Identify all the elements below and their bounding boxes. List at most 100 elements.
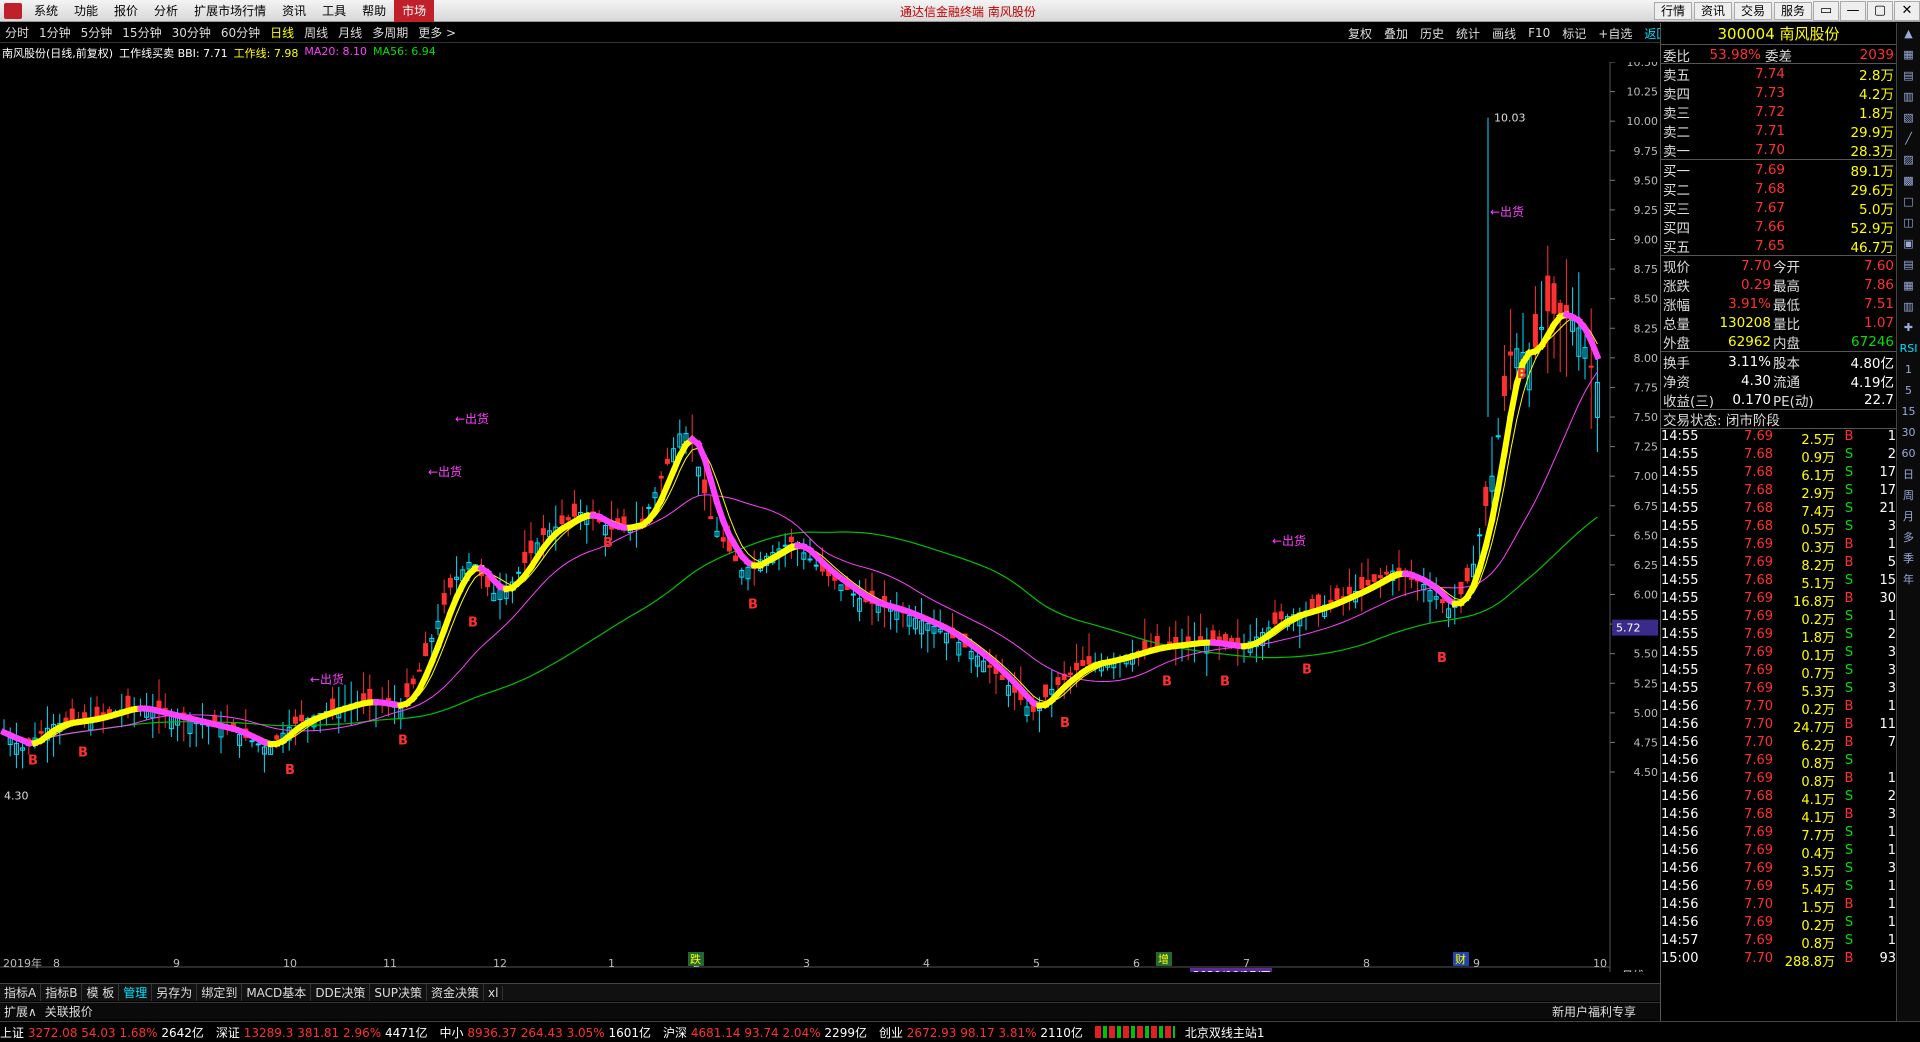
- menu-news[interactable]: 资讯: [274, 2, 314, 19]
- sidebar-tool-icon[interactable]: ╱: [1900, 129, 1918, 149]
- restore-icon[interactable]: ▭: [1813, 1, 1839, 21]
- tool-1[interactable]: 叠加: [1378, 25, 1414, 42]
- sidebar-tool-icon[interactable]: ◫: [1900, 213, 1918, 233]
- top-quote-button[interactable]: 行情: [1653, 2, 1692, 20]
- sidebar-label-10[interactable]: 季: [1900, 549, 1918, 569]
- index-0[interactable]: 上证 3272.08 54.03 1.68% 2642亿: [0, 1024, 204, 1041]
- indicator-tab-2[interactable]: 模 板: [82, 984, 120, 1001]
- tool-4[interactable]: 画线: [1486, 25, 1522, 42]
- tool-6[interactable]: 标记: [1556, 25, 1592, 42]
- indicator-tab-6[interactable]: MACD基本: [242, 984, 312, 1001]
- period-10[interactable]: 更多 >: [413, 24, 461, 41]
- index-3[interactable]: 沪深 4681.14 93.74 2.04% 2299亿: [663, 1024, 867, 1041]
- menu-quote[interactable]: 报价: [106, 2, 146, 19]
- sidebar-tool-icon[interactable]: ▧: [1900, 108, 1918, 128]
- tick-volume: 0.3万: [1801, 541, 1835, 556]
- indicator-tab-1[interactable]: 指标B: [41, 984, 83, 1001]
- top-news-button[interactable]: 资讯: [1693, 2, 1732, 20]
- index-1[interactable]: 深证 13289.3 381.81 2.96% 4471亿: [216, 1024, 428, 1041]
- menu-function[interactable]: 功能: [66, 2, 106, 19]
- menu-ext-market[interactable]: 扩展市场行情: [186, 2, 274, 19]
- indicator-tab-0[interactable]: 指标A: [0, 984, 42, 1001]
- sidebar-tool-icon[interactable]: ▦: [1900, 45, 1918, 65]
- tick-row: 14:56 7.70 0.2万 B 1: [1661, 699, 1896, 718]
- indicator-tab-8[interactable]: SUP决策: [370, 984, 428, 1001]
- sidebar-label-3[interactable]: 15: [1900, 402, 1918, 422]
- period-9[interactable]: 多周期: [367, 24, 413, 41]
- indicator-tab-4[interactable]: 另存为: [152, 984, 198, 1001]
- close-icon[interactable]: ✕: [1894, 1, 1920, 21]
- fundamental-stats: 换手 3.11% 股本 4.80亿 净资 4.30 流通 4.19亿 收益(三) 0.170 PE(…: [1661, 352, 1896, 410]
- y-tick-label: 5.00: [1634, 707, 1659, 720]
- y-tick-label: 6.25: [1634, 559, 1659, 572]
- sidebar-tool-icon[interactable]: ▲: [1900, 24, 1918, 44]
- sidebar-label-11[interactable]: 年: [1900, 570, 1918, 590]
- menu-analysis[interactable]: 分析: [146, 2, 186, 19]
- period-4[interactable]: 30分钟: [167, 24, 216, 41]
- period-2[interactable]: 5分钟: [76, 24, 118, 41]
- period-3[interactable]: 15分钟: [117, 24, 166, 41]
- menu-help[interactable]: 帮助: [354, 2, 394, 19]
- stat-3-label2: 量比: [1773, 317, 1800, 333]
- period-5[interactable]: 60分钟: [216, 24, 265, 41]
- indicator-tab-5[interactable]: 绑定到: [197, 984, 243, 1001]
- sidebar-tool-icon[interactable]: ▥: [1900, 297, 1918, 317]
- index-4[interactable]: 创业 2672.93 98.17 3.81% 2110亿: [879, 1024, 1083, 1041]
- indicator-tab-3[interactable]: 管理: [119, 984, 153, 1001]
- sidebar-tool-icon[interactable]: ✚: [1900, 318, 1918, 338]
- tool-0[interactable]: 复权: [1342, 25, 1378, 42]
- work-line-segment: [1507, 380, 1521, 420]
- period-0[interactable]: 分时: [0, 24, 34, 41]
- sidebar-label-4[interactable]: 30: [1900, 423, 1918, 443]
- maximize-icon[interactable]: ▢: [1867, 1, 1893, 21]
- bid-0-price: 7.69: [1754, 162, 1785, 178]
- tick-count: 2: [1887, 789, 1896, 804]
- tick-price: 7.69: [1744, 609, 1773, 624]
- sidebar-label-9[interactable]: 多: [1900, 528, 1918, 548]
- sidebar-tool-icon[interactable]: ▥: [1900, 87, 1918, 107]
- period-7[interactable]: 周线: [299, 24, 333, 41]
- ask-0-label: 卖五: [1663, 68, 1690, 84]
- period-8[interactable]: 月线: [333, 24, 367, 41]
- sidebar-tool-icon[interactable]: ▤: [1900, 66, 1918, 86]
- sidebar-label-0[interactable]: RSI: [1900, 339, 1918, 359]
- tool-3[interactable]: 统计: [1450, 25, 1486, 42]
- tick-time: 15:00: [1661, 951, 1699, 966]
- event-marker-label: 财: [1455, 952, 1466, 966]
- menu-system[interactable]: 系统: [26, 2, 66, 19]
- sidebar-tool-icon[interactable]: ▣: [1900, 234, 1918, 254]
- sidebar-label-5[interactable]: 60: [1900, 444, 1918, 464]
- related-quote-button[interactable]: 关联报价: [41, 1003, 97, 1020]
- menu-tools[interactable]: 工具: [314, 2, 354, 19]
- sidebar-label-6[interactable]: 日: [1900, 465, 1918, 485]
- sidebar-tool-icon[interactable]: ▤: [1900, 255, 1918, 275]
- sidebar-label-2[interactable]: 5: [1900, 381, 1918, 401]
- sidebar-tool-icon[interactable]: ▨: [1900, 150, 1918, 170]
- sidebar-tool-icon[interactable]: ▩: [1900, 171, 1918, 191]
- tick-list[interactable]: 14:55 7.69 2.5万 B 1 14:55 7.68 0.9万 S 2 14:55 7.68 6…: [1661, 429, 1896, 970]
- top-service-button[interactable]: 服务: [1773, 2, 1812, 20]
- sidebar-tool-icon[interactable]: □: [1900, 192, 1918, 212]
- sidebar-tool-icon[interactable]: ▦: [1900, 276, 1918, 296]
- tool-5[interactable]: F10: [1522, 26, 1556, 40]
- top-trade-button[interactable]: 交易: [1733, 2, 1772, 20]
- sidebar-label-1[interactable]: 1: [1900, 360, 1918, 380]
- tool-7[interactable]: +自选: [1592, 25, 1638, 42]
- expand-button[interactable]: 扩展∧: [0, 1003, 41, 1020]
- menu-market[interactable]: 市场: [394, 0, 435, 22]
- index-name: 创业: [878, 1025, 907, 1040]
- tool-2[interactable]: 历史: [1414, 25, 1450, 42]
- tick-side: B: [1844, 555, 1854, 570]
- indicator-tab-9[interactable]: 资金决策: [427, 984, 485, 1001]
- period-6[interactable]: 日线: [265, 24, 299, 41]
- index-2[interactable]: 中小 8936.37 264.43 3.05% 1601亿: [439, 1024, 651, 1041]
- sidebar-label-7[interactable]: 周: [1900, 486, 1918, 506]
- tick-time: 14:56: [1661, 879, 1699, 894]
- sidebar-label-8[interactable]: 月: [1900, 507, 1918, 527]
- new-user-link[interactable]: 新用户福利专享: [1548, 1003, 1640, 1020]
- indicator-tab-7[interactable]: DDE决策: [311, 984, 371, 1001]
- period-1[interactable]: 1分钟: [34, 24, 76, 41]
- minimize-icon[interactable]: —: [1840, 1, 1866, 21]
- kline-chart[interactable]: 10.50 10.25 10.00 9.75 9.50 9.25 9.00 8.75 8.50 8…: [0, 62, 1660, 972]
- indicator-tab-10[interactable]: xl: [484, 985, 504, 1000]
